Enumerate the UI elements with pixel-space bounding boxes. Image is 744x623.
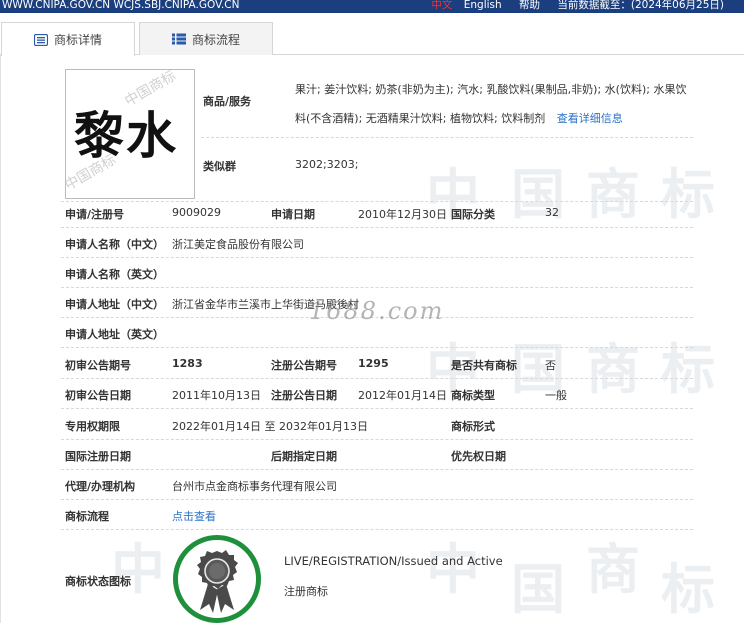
- goods-label: 商品/服务: [203, 95, 252, 108]
- reg-issue-label: 注册公告期号: [271, 359, 337, 372]
- divider: [61, 378, 693, 379]
- status-cn-text: 注册商标: [284, 585, 328, 598]
- help-link[interactable]: 帮助: [519, 0, 540, 11]
- data-cutoff-text: 当前数据截至：(2024年06月25日): [557, 0, 724, 11]
- watermark-char: 国: [511, 557, 565, 621]
- status-badge: [173, 535, 261, 623]
- award-medal-icon: [197, 550, 238, 613]
- tab-label: 商标详情: [53, 33, 102, 47]
- top-right-menu: 中文 English 帮助 当前数据截至：(2024年06月25日): [431, 0, 724, 12]
- document-list-icon: [33, 33, 48, 46]
- mark-type-label: 商标类型: [451, 389, 495, 402]
- divider: [61, 499, 693, 500]
- intl-reg-date-label: 国际注册日期: [65, 450, 131, 463]
- divider: [61, 257, 693, 258]
- later-designation-label: 后期指定日期: [271, 450, 337, 463]
- intl-class-value: 32: [545, 206, 559, 219]
- watermark-char: 商: [586, 337, 640, 401]
- prelim-date-label: 初审公告日期: [65, 389, 131, 402]
- prelim-issue-label: 初审公告期号: [65, 359, 131, 372]
- apply-date-value: 2010年12月30日: [358, 208, 447, 221]
- divider: [61, 227, 693, 228]
- goods-text: 果汁; 姜汁饮料; 奶茶(非奶为主); 汽水; 乳酸饮料(果制品,非奶); 水(…: [295, 83, 687, 125]
- intl-class-label: 国际分类: [451, 208, 495, 221]
- watermark-char: 中: [111, 537, 165, 601]
- address-en-label: 申请人地址（英文）: [65, 328, 164, 341]
- prelim-issue-value: 1283: [172, 357, 203, 370]
- divider: [61, 439, 693, 440]
- priority-date-label: 优先权日期: [451, 450, 506, 463]
- trademark-image: 中国商标 中国商标 黎水: [65, 69, 195, 199]
- watermark-char: 商: [586, 162, 640, 226]
- prelim-date-value: 2011年10月13日: [172, 389, 261, 402]
- address-cn-label: 申请人地址（中文）: [65, 298, 164, 311]
- site-links[interactable]: WWW.CNIPA.GOV.CN WCJS.SBJ.CNIPA.GOV.CN: [2, 0, 239, 12]
- flow-label: 商标流程: [65, 510, 109, 523]
- divider: [61, 469, 693, 470]
- agent-value: 台州市点金商标事务代理有限公司: [172, 480, 337, 493]
- reg-issue-value: 1295: [358, 357, 389, 370]
- tab-trademark-detail[interactable]: 商标详情: [1, 22, 135, 56]
- exclusive-value: 2022年01月14日 至 2032年01月13日: [172, 420, 368, 433]
- shared-label: 是否共有商标: [451, 359, 517, 372]
- watermark-char: 标: [661, 162, 715, 226]
- divider: [61, 408, 693, 409]
- watermark-char: 标: [661, 337, 715, 401]
- watermark-char: 商: [586, 537, 640, 601]
- view-details-link[interactable]: 查看详细信息: [557, 112, 623, 125]
- shared-value: 否: [545, 359, 556, 372]
- watermark-char: 标: [661, 557, 715, 621]
- reg-date-label: 注册公告日期: [271, 389, 337, 402]
- applicant-cn-value: 浙江美定食品股份有限公司: [172, 238, 304, 251]
- divider: [61, 287, 693, 288]
- divider: [61, 201, 693, 202]
- divider: [201, 137, 693, 138]
- tab-trademark-flow[interactable]: 商标流程: [139, 22, 273, 55]
- reg-date-value: 2012年01月14日: [358, 389, 447, 402]
- applicant-cn-label: 申请人名称（中文）: [65, 238, 164, 251]
- view-flow-link[interactable]: 点击查看: [172, 508, 216, 524]
- agent-label: 代理/办理机构: [65, 480, 136, 493]
- status-icon-label: 商标状态图标: [65, 575, 131, 588]
- status-en-text: LIVE/REGISTRATION/Issued and Active: [284, 554, 503, 568]
- mark-type-value: 一般: [545, 389, 567, 402]
- trademark-logo-text: 黎水: [74, 107, 178, 165]
- applicant-en-label: 申请人名称（英文）: [65, 268, 164, 281]
- lang-english-link[interactable]: English: [464, 0, 502, 11]
- tab-bar: 商标详情 商标流程: [0, 22, 744, 56]
- lang-chinese-link[interactable]: 中文: [431, 0, 452, 11]
- mark-form-label: 商标形式: [451, 420, 495, 433]
- reg-no-value: 9009029: [172, 206, 221, 219]
- apply-date-label: 申请日期: [271, 208, 315, 221]
- site-watermark: 1688.com: [309, 297, 445, 325]
- divider: [61, 347, 693, 348]
- tab-label: 商标流程: [191, 32, 240, 47]
- goods-value: 果汁; 姜汁饮料; 奶茶(非奶为主); 汽水; 乳酸饮料(果制品,非奶); 水(…: [295, 75, 693, 133]
- top-bar: WWW.CNIPA.GOV.CN WCJS.SBJ.CNIPA.GOV.CN 中…: [0, 0, 744, 13]
- divider: [61, 529, 693, 530]
- similar-group-label: 类似群: [203, 160, 236, 173]
- similar-group-value: 3202;3203;: [295, 158, 359, 171]
- list-icon: [171, 33, 186, 45]
- exclusive-label: 专用权期限: [65, 420, 120, 433]
- reg-no-label: 申请/注册号: [65, 208, 125, 221]
- trademark-detail-panel: 中 国 商 标 中 国 商 标 中 中 国 商 标 中国商标 中国商标 黎水 商…: [0, 55, 744, 623]
